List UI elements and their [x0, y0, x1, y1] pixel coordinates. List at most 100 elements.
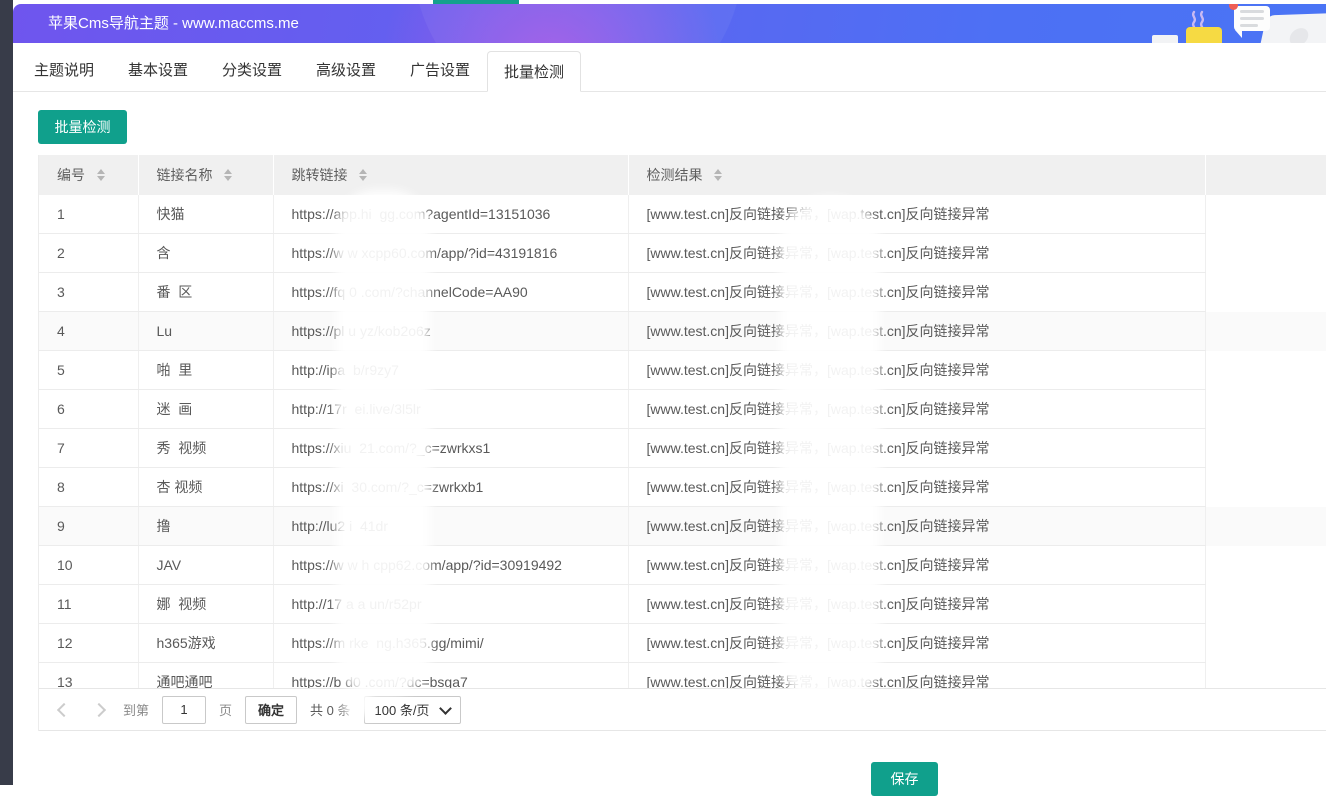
column-header[interactable]: 检测结果	[628, 155, 1205, 195]
cell-link-name: Lu	[138, 312, 273, 351]
table-row: 12 h365游戏 https://m rke ng.h365.gg/mimi/…	[39, 624, 1326, 663]
cell-check-result: [www.test.cn]反向链接异常，[wap.test.cn]反向链接异常	[628, 273, 1205, 312]
cell-check-result: [www.test.cn]反向链接异常，[wap.test.cn]反向链接异常	[628, 351, 1205, 390]
cell-extra	[1205, 663, 1326, 689]
confirm-page-button[interactable]: 确定	[245, 696, 297, 724]
cell-check-result: [www.test.cn]反向链接异常，[wap.test.cn]反向链接异常	[628, 312, 1205, 351]
cell-jump-link: https://w w xcpp60.com/app/?id=43191816	[273, 234, 628, 273]
prev-page-button[interactable]	[53, 699, 75, 721]
table-row: 4 Lu https://pl u yz/kob2o6z [www.test.c…	[39, 312, 1326, 351]
save-button[interactable]: 保存	[871, 762, 938, 796]
coffee-mug-icon	[1186, 27, 1222, 43]
cell-jump-link: https://xi 30.com/?_c=zwrkxb1	[273, 468, 628, 507]
column-header[interactable]: 链接名称	[138, 155, 273, 195]
cell-link-name: h365游戏	[138, 624, 273, 663]
column-header-label: 链接名称	[157, 165, 213, 185]
links-table: 编号 链接名称 跳转链接 检测结果 1 快猫 https://app.hi gg…	[39, 155, 1326, 688]
tab-label: 主题说明	[34, 62, 94, 79]
tab-bar: 主题说明 基本设置 分类设置 高级设置 广告设置 批量检测	[13, 50, 1326, 92]
table-row: 2 含 https://w w xcpp60.com/app/?id=43191…	[39, 234, 1326, 273]
cell-check-result: [www.test.cn]反向链接异常，[wap.test.cn]反向链接异常	[628, 468, 1205, 507]
book-icon	[1152, 35, 1178, 43]
cell-jump-link: http://17r ei.live/3l5lr	[273, 390, 628, 429]
sort-icon	[714, 169, 722, 181]
cell-extra	[1205, 585, 1326, 624]
table-row: 9 撸 http://lu2 i 41dr [www.test.cn]反向链接异…	[39, 507, 1326, 546]
cell-link-name: JAV	[138, 546, 273, 585]
column-header[interactable]: 编号	[39, 155, 138, 195]
tab-label: 批量检测	[504, 64, 564, 81]
window-edge-backdrop	[0, 0, 13, 785]
tab-item[interactable]: 广告设置	[393, 50, 487, 91]
table-scroll-area: 编号 链接名称 跳转链接 检测结果 1 快猫 https://app.hi gg…	[39, 155, 1326, 688]
cell-link-name: 迷 画	[138, 390, 273, 429]
pagination-bar: 到第 页 确定 共 0 条 100 条/页	[39, 688, 1326, 731]
tab-item[interactable]: 分类设置	[205, 50, 299, 91]
sort-icon	[359, 169, 367, 181]
table-row: 7 秀 视频 https://xiu 21.com/?_c=zwrkxs1 [w…	[39, 429, 1326, 468]
cell-number: 5	[39, 351, 138, 390]
cell-check-result: [www.test.cn]反向链接异常，[wap.test.cn]反向链接异常	[628, 624, 1205, 663]
column-header[interactable]	[1205, 155, 1326, 195]
page-header: 苹果Cms导航主题 - www.maccms.me	[13, 4, 1326, 43]
cell-number: 13	[39, 663, 138, 689]
cell-jump-link: https://m rke ng.h365.gg/mimi/	[273, 624, 628, 663]
table-panel: 编号 链接名称 跳转链接 检测结果 1 快猫 https://app.hi gg…	[38, 155, 1326, 731]
goto-page-label: 到第	[123, 700, 149, 719]
tab-label: 基本设置	[128, 62, 188, 79]
cell-link-name: 含	[138, 234, 273, 273]
chevron-right-icon	[92, 702, 106, 716]
cell-number: 4	[39, 312, 138, 351]
cell-check-result: [www.test.cn]反向链接异常，[wap.test.cn]反向链接异常	[628, 546, 1205, 585]
table-body: 1 快猫 https://app.hi gg.com?agentId=13151…	[39, 195, 1326, 688]
tab-label: 高级设置	[316, 62, 376, 79]
column-header[interactable]: 跳转链接	[273, 155, 628, 195]
table-row: 6 迷 画 http://17r ei.live/3l5lr [www.test…	[39, 390, 1326, 429]
cell-number: 7	[39, 429, 138, 468]
column-header-label: 检测结果	[647, 165, 703, 185]
speech-bubble-icon	[1234, 6, 1270, 31]
tab-item[interactable]: 基本设置	[111, 50, 205, 91]
cell-jump-link: https://app.hi gg.com?agentId=13151036	[273, 195, 628, 234]
cell-jump-link: https://fq 0 .com/?channelCode=AA90	[273, 273, 628, 312]
table-row: 3 番 区 https://fq 0 .com/?channelCode=AA9…	[39, 273, 1326, 312]
cell-check-result: [www.test.cn]反向链接异常，[wap.test.cn]反向链接异常	[628, 663, 1205, 689]
cell-check-result: [www.test.cn]反向链接异常，[wap.test.cn]反向链接异常	[628, 429, 1205, 468]
page-unit-label: 页	[219, 700, 232, 719]
cell-jump-link: https://w w h cpp62.com/app/?id=30919492	[273, 546, 628, 585]
cell-extra	[1205, 312, 1326, 351]
table-row: 11 娜 视频 http://17 a a un/r52pr [www.test…	[39, 585, 1326, 624]
speech-bubble-tail	[1235, 30, 1242, 38]
cell-number: 9	[39, 507, 138, 546]
page-number-input[interactable]	[162, 696, 206, 724]
cell-link-name: 秀 视频	[138, 429, 273, 468]
page-size-value: 100 条/页	[375, 700, 430, 719]
tab-item[interactable]: 主题说明	[17, 50, 111, 91]
cell-jump-link: http://17 a a un/r52pr	[273, 585, 628, 624]
batch-check-button[interactable]: 批量检测	[38, 110, 127, 144]
cell-link-name: 娜 视频	[138, 585, 273, 624]
chevron-down-icon	[440, 702, 453, 715]
page-size-select[interactable]: 100 条/页	[364, 696, 462, 724]
cell-extra	[1205, 273, 1326, 312]
next-page-button[interactable]	[88, 699, 110, 721]
tab-item[interactable]: 高级设置	[299, 50, 393, 91]
cell-extra	[1205, 507, 1326, 546]
tab-item[interactable]: 批量检测	[487, 51, 581, 92]
table-row: 8 杏 视频 https://xi 30.com/?_c=zwrkxb1 [ww…	[39, 468, 1326, 507]
header-decor-circle	[413, 4, 743, 43]
table-row: 10 JAV https://w w h cpp62.com/app/?id=3…	[39, 546, 1326, 585]
cell-extra	[1205, 195, 1326, 234]
cell-link-name: 快猫	[138, 195, 273, 234]
cell-extra	[1205, 468, 1326, 507]
sort-icon	[97, 169, 105, 181]
cell-jump-link: http://ipa b/r9zy7	[273, 351, 628, 390]
cell-number: 6	[39, 390, 138, 429]
page-title: 苹果Cms导航主题 - www.maccms.me	[48, 4, 299, 43]
cell-extra	[1205, 390, 1326, 429]
cell-jump-link: https://xiu 21.com/?_c=zwrkxs1	[273, 429, 628, 468]
table-row: 5 啪 里 http://ipa b/r9zy7 [www.test.cn]反向…	[39, 351, 1326, 390]
column-header-label: 编号	[57, 165, 85, 185]
cell-number: 12	[39, 624, 138, 663]
cell-number: 3	[39, 273, 138, 312]
